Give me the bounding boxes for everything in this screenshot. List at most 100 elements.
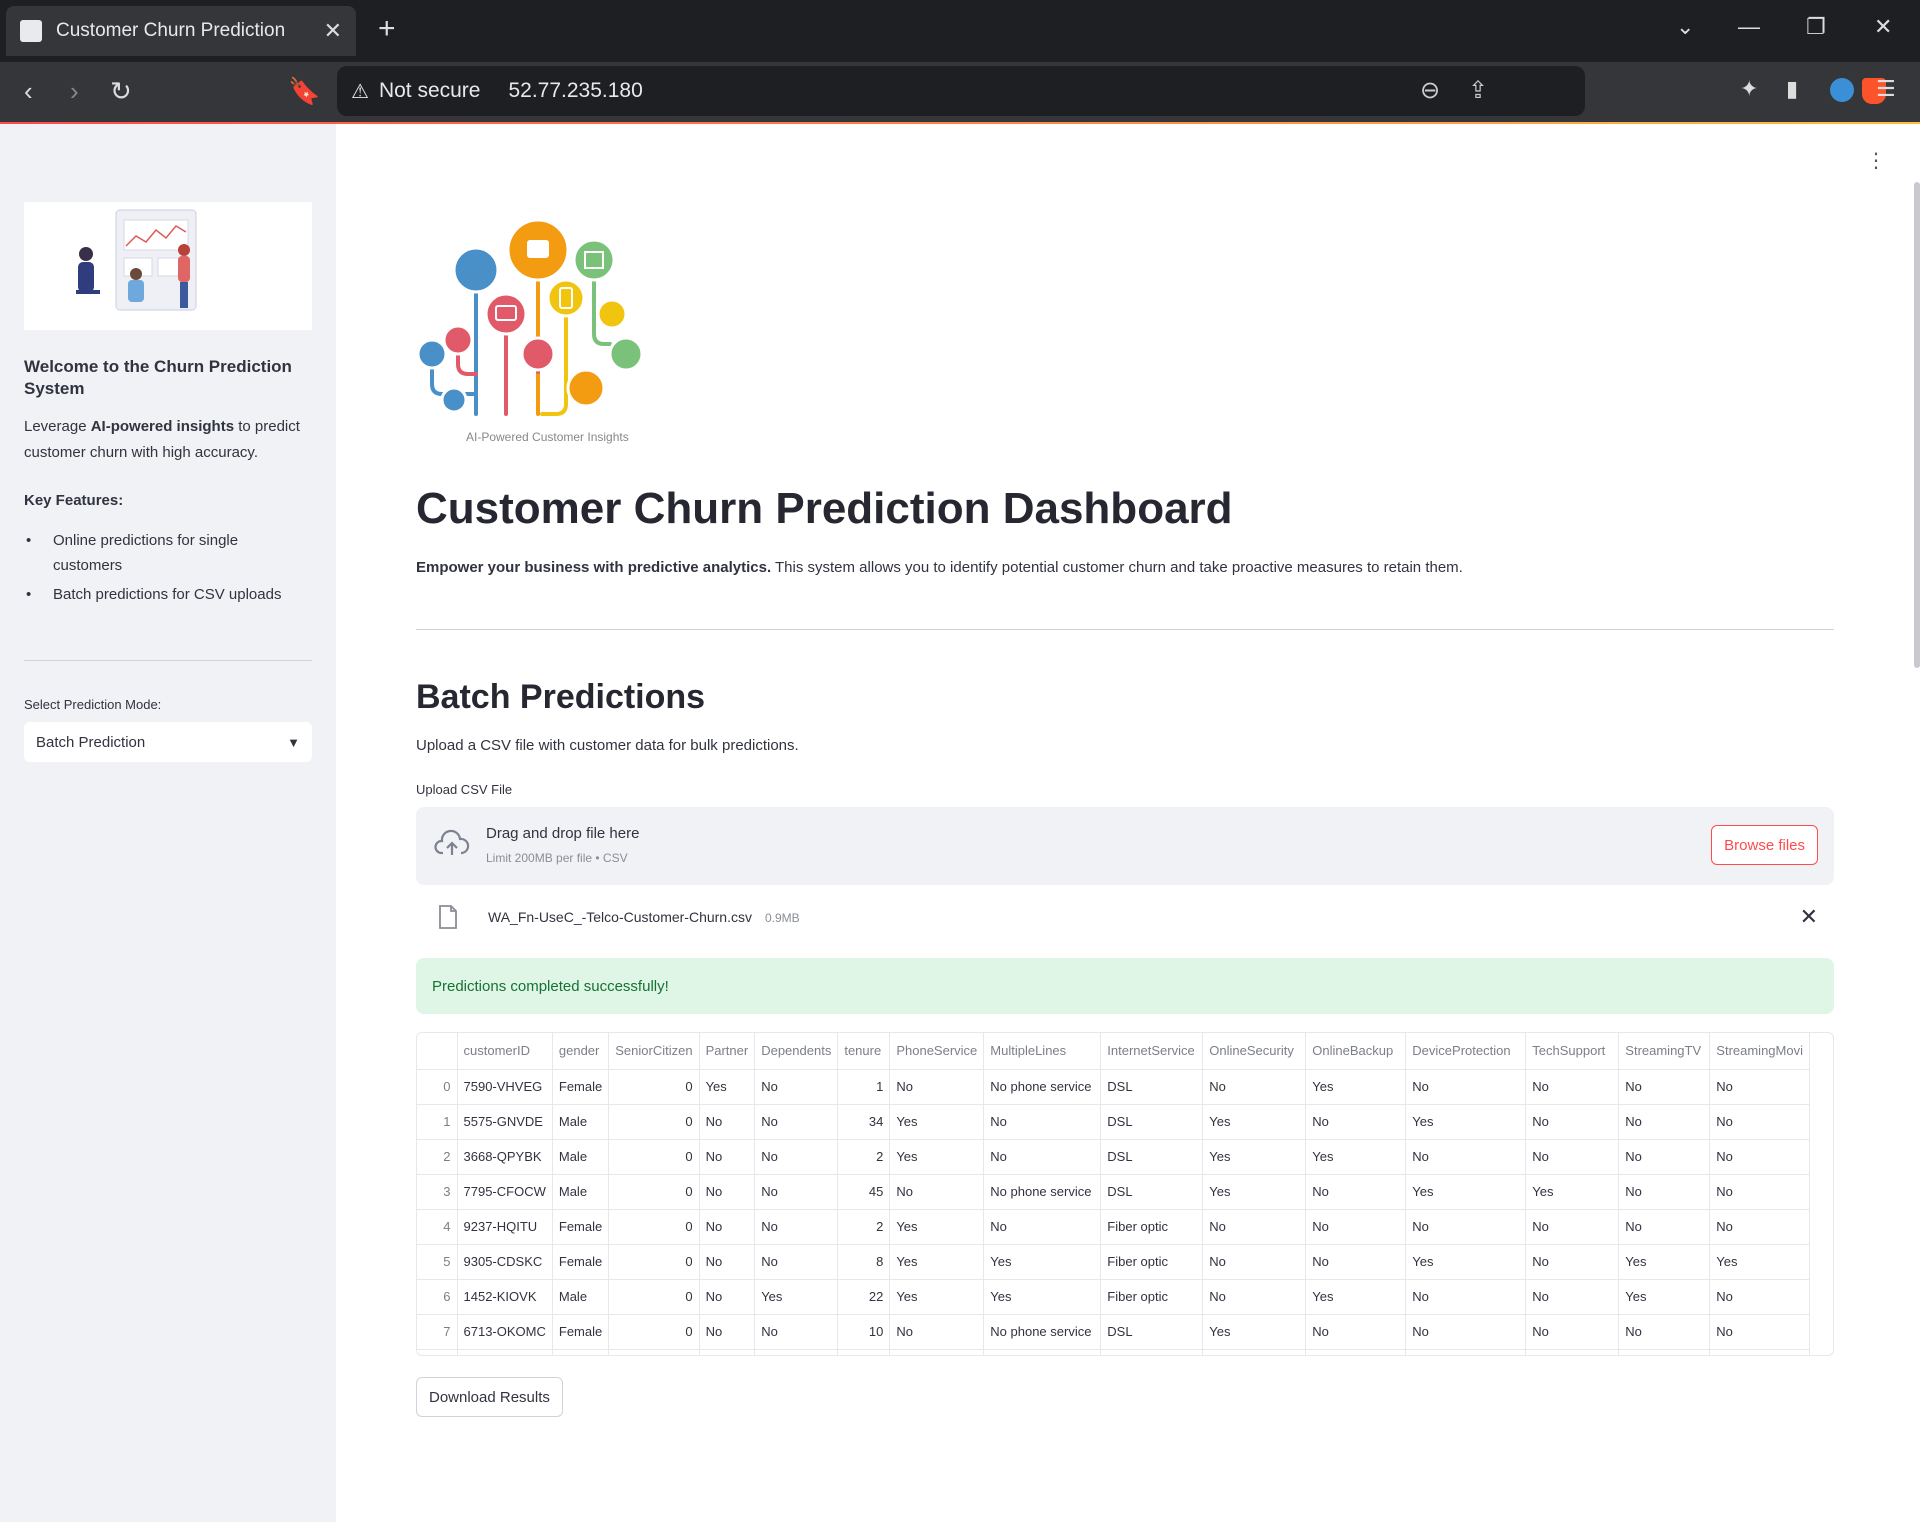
table-cell[interactable]: DSL [1100,1104,1204,1140]
table-cell[interactable]: No [754,1349,839,1355]
table-cell[interactable]: No [699,1209,756,1245]
table-cell[interactable]: 6713-OKOMC [457,1314,553,1350]
table-cell[interactable]: No [1618,1209,1711,1245]
address-bar[interactable]: ⚠ Not secure 52.77.235.180 ⊖ ⇪ [337,66,1886,116]
table-cell[interactable]: DSL [1100,1314,1204,1350]
table-cell[interactable]: DSL [1100,1174,1204,1210]
table-cell[interactable]: No [754,1139,839,1175]
forward-icon[interactable]: › [70,76,79,107]
table-cell[interactable]: No [1202,1349,1307,1355]
table-cell[interactable]: Female [552,1209,610,1245]
table-cell[interactable]: No [699,1244,756,1280]
close-window-icon[interactable]: ✕ [1874,14,1892,40]
table-row[interactable]: 3 7795-CFOCW Male 0 No No 45 No No phone service… [417,1174,1811,1210]
table-cell[interactable]: Yes [1202,1174,1307,1210]
table-cell[interactable]: Yes [1202,1104,1307,1140]
column-header[interactable]: DeviceProtection [1405,1033,1527,1070]
table-cell[interactable]: No [1525,1069,1620,1105]
table-cell[interactable]: 0 [608,1104,700,1140]
table-cell[interactable]: No [1525,1314,1620,1350]
table-cell[interactable]: Yes [1405,1349,1527,1355]
table-cell[interactable]: Yes [1202,1314,1307,1350]
table-cell[interactable]: 8 [837,1244,891,1280]
table-cell[interactable]: Yes [1305,1069,1407,1105]
table-cell[interactable]: No [1202,1279,1307,1315]
table-cell[interactable]: 2 [837,1209,891,1245]
table-cell[interactable]: 7892-POOKP [457,1349,553,1355]
sidebar-toggle-icon[interactable]: ▮ [1786,76,1798,102]
table-cell[interactable]: No [1618,1069,1711,1105]
column-header[interactable]: SeniorCitizen [608,1033,700,1070]
table-cell[interactable]: 7590-VHVEG [457,1069,553,1105]
table-cell[interactable]: Yes [1405,1174,1527,1210]
table-cell[interactable]: No [1405,1314,1527,1350]
column-header[interactable]: customerID [457,1033,553,1070]
column-header[interactable]: OnlineBackup [1305,1033,1407,1070]
table-row[interactable]: 0 7590-VHVEG Female 0 Yes No 1 No No phone servi… [417,1069,1811,1105]
column-header[interactable]: OnlineSecurity [1202,1033,1307,1070]
table-cell[interactable]: No [699,1139,756,1175]
column-header[interactable]: TechSupport [1525,1033,1620,1070]
table-cell[interactable]: No [754,1209,839,1245]
table-cell[interactable]: No [1405,1209,1527,1245]
table-cell[interactable]: Yes [1618,1349,1711,1355]
table-cell[interactable]: No [699,1104,756,1140]
table-cell[interactable]: No [1709,1069,1811,1105]
table-cell[interactable]: No [889,1174,985,1210]
table-cell[interactable]: Yes [1525,1349,1620,1355]
prediction-mode-select[interactable]: Batch Prediction ▼ [24,722,312,762]
table-row[interactable]: 5 9305-CDSKC Female 0 No No 8 Yes Yes Fiber optic… [417,1244,1811,1280]
column-header[interactable]: Partner [699,1033,756,1070]
table-cell[interactable]: No [1202,1244,1307,1280]
table-cell[interactable]: No [1405,1279,1527,1315]
table-row[interactable]: 6 1452-KIOVK Male 0 No Yes 22 Yes Yes Fiber optic… [417,1279,1811,1315]
table-cell[interactable]: Yes [699,1349,756,1355]
table-cell[interactable]: No [1405,1069,1527,1105]
table-cell[interactable]: No [1405,1139,1527,1175]
column-header[interactable]: StreamingMovi [1709,1033,1811,1070]
table-cell[interactable]: No [1618,1174,1711,1210]
table-cell[interactable]: Female [552,1314,610,1350]
browser-tab[interactable]: Customer Churn Prediction ✕ [6,6,356,56]
table-cell[interactable]: 1452-KIOVK [457,1279,553,1315]
extensions-icon[interactable]: ✦ [1740,76,1758,102]
table-cell[interactable]: 5575-GNVDE [457,1104,553,1140]
table-cell[interactable]: No [983,1209,1102,1245]
restore-icon[interactable]: ❐ [1806,14,1826,40]
column-header[interactable]: gender [552,1033,610,1070]
table-cell[interactable]: No [754,1174,839,1210]
table-cell[interactable]: No [1709,1139,1811,1175]
table-cell[interactable]: Yes [889,1244,985,1280]
table-cell[interactable]: No [1202,1209,1307,1245]
table-cell[interactable]: Yes [1202,1139,1307,1175]
close-tab-icon[interactable]: ✕ [324,18,342,44]
column-header[interactable]: PhoneService [889,1033,985,1070]
table-cell[interactable]: No [754,1244,839,1280]
table-cell[interactable]: Yes [983,1244,1102,1280]
table-cell[interactable]: No [1305,1209,1407,1245]
browse-files-button[interactable]: Browse files [1711,825,1818,865]
table-cell[interactable]: 45 [837,1174,891,1210]
table-cell[interactable]: No [1305,1104,1407,1140]
table-cell[interactable]: Yes [983,1349,1102,1355]
table-cell[interactable]: Yes [1709,1349,1811,1355]
bookmark-icon[interactable]: 🔖 [288,76,320,107]
table-cell[interactable]: Yes [889,1139,985,1175]
table-cell[interactable]: 9305-CDSKC [457,1244,553,1280]
table-cell[interactable]: No [983,1139,1102,1175]
table-row[interactable]: 1 5575-GNVDE Male 0 No No 34 Yes No DSL Yes No Yes No… [417,1104,1811,1140]
zoom-out-icon[interactable]: ⊖ [1420,76,1440,105]
table-cell[interactable]: No [1618,1314,1711,1350]
table-cell[interactable]: Yes [754,1279,839,1315]
table-cell[interactable]: Yes [889,1279,985,1315]
table-cell[interactable]: 10 [837,1314,891,1350]
table-cell[interactable]: No [1709,1104,1811,1140]
table-cell[interactable]: No [1709,1174,1811,1210]
table-cell[interactable]: Fiber optic [1100,1279,1204,1315]
table-cell[interactable]: 0 [608,1174,700,1210]
table-cell[interactable]: 3668-QPYBK [457,1139,553,1175]
column-header[interactable]: MultipleLines [983,1033,1102,1070]
table-row[interactable]: 7 6713-OKOMC Female 0 No No 10 No No phone servi… [417,1314,1811,1350]
table-cell[interactable]: No [1305,1314,1407,1350]
table-cell[interactable]: 2 [837,1139,891,1175]
